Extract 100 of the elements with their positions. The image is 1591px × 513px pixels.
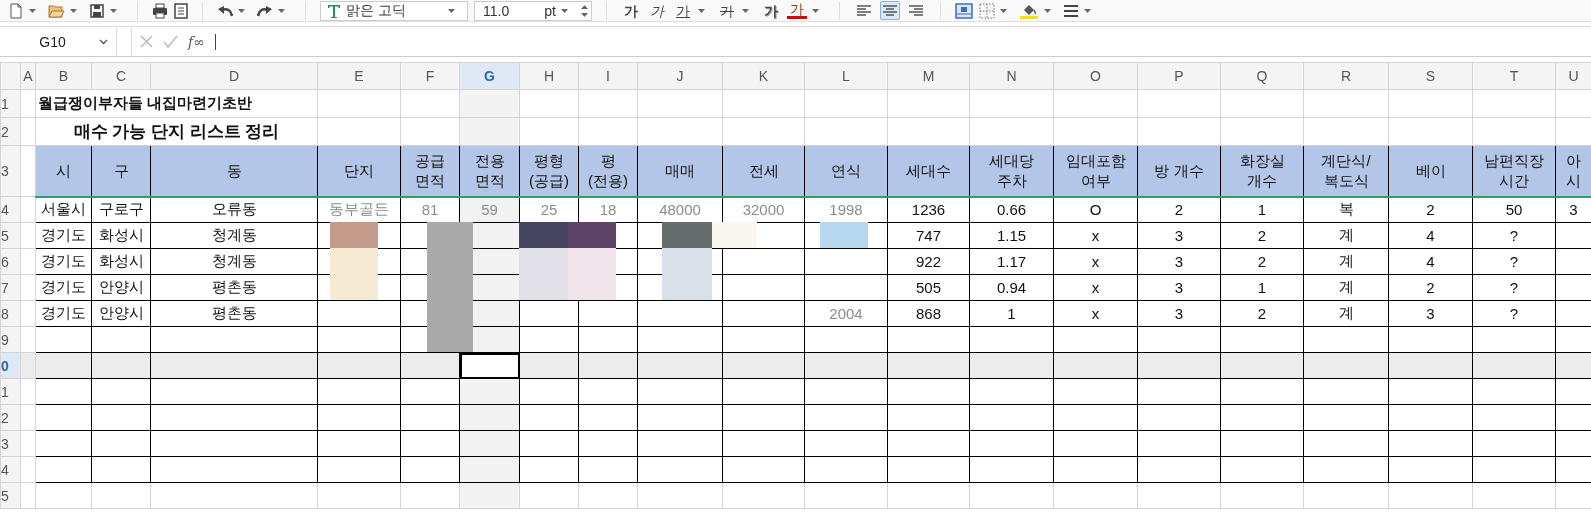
row-header[interactable]: 1 <box>0 89 21 118</box>
font-size-field[interactable]: 11.0 <box>483 2 539 19</box>
check-icon[interactable] <box>163 35 178 48</box>
row-header[interactable]: 1 <box>0 378 21 405</box>
column-heading: 아 시 <box>1566 151 1581 189</box>
column-header[interactable]: M <box>887 62 970 90</box>
strikethrough-button[interactable]: 가 <box>717 1 737 20</box>
caret-icon[interactable] <box>110 8 117 13</box>
column-header[interactable]: Q <box>1220 62 1304 90</box>
column-heading: 전용 면적 <box>474 151 505 189</box>
row-header[interactable]: 8 <box>0 300 21 327</box>
save-icon[interactable] <box>89 2 105 19</box>
chevron-icon[interactable] <box>99 38 108 45</box>
name-box-field[interactable]: G10 <box>0 27 117 56</box>
bold-button[interactable]: 가 <box>621 1 641 20</box>
table-cell: 0.94 <box>996 279 1027 296</box>
caret-icon[interactable] <box>1000 8 1007 13</box>
italic-button[interactable]: 가 <box>647 1 667 20</box>
table-cell: ? <box>1509 305 1519 322</box>
table-cell: 3 <box>1426 305 1435 322</box>
font-select[interactable]: 맑은 고딕 <box>320 0 468 21</box>
caret-icon[interactable] <box>278 8 285 13</box>
column-header[interactable]: H <box>519 62 579 90</box>
column-header[interactable]: O <box>1053 62 1138 90</box>
row-header[interactable]: 9 <box>0 326 21 353</box>
table-cell: 0.66 <box>996 201 1027 219</box>
column-header[interactable]: J <box>637 62 723 90</box>
row-header[interactable]: 0 <box>0 352 21 379</box>
column-header[interactable]: K <box>722 62 805 90</box>
column-header[interactable]: B <box>35 62 92 90</box>
row-header[interactable]: 7 <box>0 274 21 301</box>
align-center-icon[interactable] <box>880 1 900 20</box>
column-heading: 공급 면적 <box>415 151 445 189</box>
column-header[interactable]: N <box>969 62 1054 90</box>
table-cell: 922 <box>916 253 941 270</box>
new-document-icon[interactable] <box>8 2 24 19</box>
shadow-button[interactable]: 가 <box>761 1 781 20</box>
caret-icon[interactable] <box>742 8 749 13</box>
undo-icon[interactable] <box>217 4 233 17</box>
caret-icon[interactable] <box>70 8 77 13</box>
row-header[interactable]: 3 <box>0 430 21 457</box>
row-header[interactable]: 3 <box>0 145 21 197</box>
row-header[interactable]: 5 <box>0 482 21 509</box>
table-cell: 1998 <box>829 201 863 219</box>
table-cell: 3 <box>1174 279 1184 296</box>
table-cell: O <box>1089 201 1102 219</box>
caret-icon[interactable] <box>561 8 568 13</box>
column-header[interactable]: L <box>804 62 888 90</box>
fill-color-icon[interactable] <box>1019 2 1039 19</box>
row-header[interactable]: 2 <box>0 404 21 431</box>
printer-icon[interactable] <box>152 2 168 19</box>
column-header[interactable]: P <box>1137 62 1221 90</box>
table-cell: 3 <box>1569 201 1578 219</box>
column-header[interactable]: R <box>1303 62 1389 90</box>
caret-icon[interactable] <box>29 8 36 13</box>
table-cell: 경기도 <box>41 278 86 295</box>
font-color-button[interactable]: 가 <box>787 2 807 19</box>
caret-icon[interactable] <box>698 8 705 13</box>
formula-input-field[interactable]: f∞ <box>131 27 1591 56</box>
table-cell: 18 <box>599 201 617 219</box>
merge-cells-icon[interactable] <box>955 2 973 19</box>
function-button[interactable]: f∞ <box>188 33 205 50</box>
table-cell: 화성시 <box>98 252 144 269</box>
unit-select[interactable]: pt <box>544 2 556 19</box>
underline-button[interactable]: 가 <box>673 1 693 20</box>
print-preview-icon[interactable] <box>174 2 188 19</box>
table-cell: 계 <box>1338 304 1354 321</box>
column-header[interactable]: G <box>459 62 520 90</box>
redo-icon[interactable] <box>257 4 273 17</box>
row-header[interactable]: 5 <box>0 222 21 249</box>
folder-icon[interactable] <box>48 3 65 18</box>
column-header[interactable]: C <box>91 62 151 90</box>
row-header[interactable]: 4 <box>0 196 21 223</box>
column-header[interactable]: F <box>400 62 460 90</box>
table-cell: 48000 <box>659 201 701 219</box>
spin-button-icon[interactable] <box>580 3 589 18</box>
caret-icon[interactable] <box>238 8 245 13</box>
font-icon <box>327 3 341 18</box>
caret-icon[interactable] <box>1044 8 1051 13</box>
column-header[interactable]: E <box>317 62 401 90</box>
row-header[interactable]: 6 <box>0 248 21 275</box>
table-cell: 50 <box>1505 201 1523 219</box>
column-header[interactable]: A <box>20 62 36 90</box>
column-header[interactable]: S <box>1388 62 1473 90</box>
caret-icon[interactable] <box>448 8 455 13</box>
column-header[interactable]: U <box>1555 62 1591 90</box>
row-header[interactable]: 2 <box>0 117 21 146</box>
table-cell: ? <box>1509 227 1519 244</box>
line-style-icon[interactable] <box>1063 3 1079 18</box>
table-cell: 평촌동 <box>211 278 257 295</box>
column-header[interactable]: I <box>578 62 638 90</box>
row-header[interactable]: 4 <box>0 456 21 483</box>
column-header[interactable]: T <box>1472 62 1556 90</box>
caret-icon[interactable] <box>812 8 819 13</box>
table-cell: 동부골든 <box>329 200 389 218</box>
column-heading: 동 <box>226 161 242 179</box>
column-header[interactable]: D <box>150 62 318 90</box>
column-heading: 세대당 주차 <box>989 151 1034 189</box>
column-heading: 방 개수 <box>1154 161 1204 179</box>
caret-icon[interactable] <box>1084 8 1091 13</box>
